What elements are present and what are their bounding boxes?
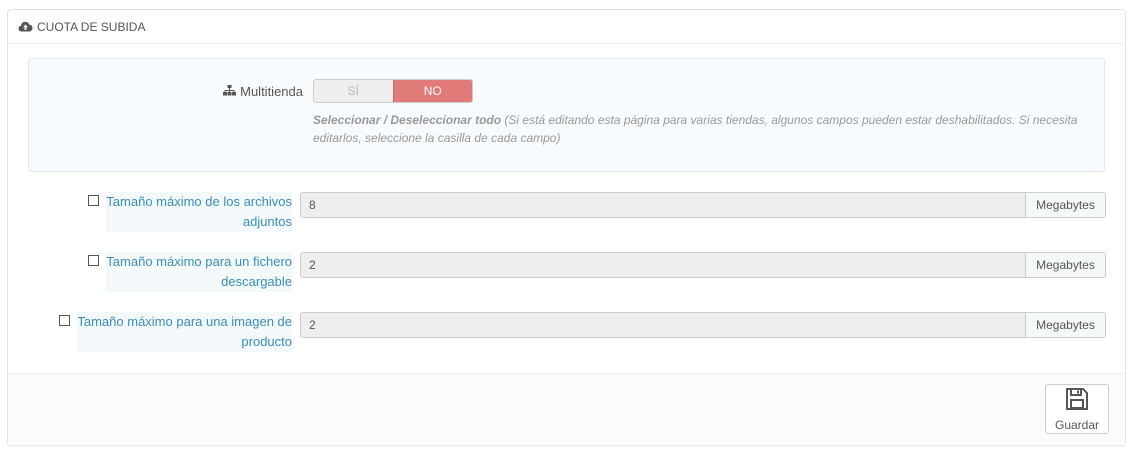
field-label-group: Tamaño máximo para una imagen de product… bbox=[52, 312, 292, 352]
field-label-line1: Tamaño máximo para una imagen de bbox=[77, 314, 292, 329]
save-label: Guardar bbox=[1054, 417, 1100, 432]
save-icon bbox=[1065, 387, 1089, 416]
unit-addon: Megabytes bbox=[1026, 312, 1106, 338]
cloud-upload-icon bbox=[18, 21, 33, 32]
field-label-line1: Tamaño máximo para un fichero bbox=[106, 254, 292, 269]
field-checkbox[interactable] bbox=[88, 195, 100, 206]
multishop-label: Multitienda bbox=[240, 84, 303, 99]
panel-footer: Guardar bbox=[8, 373, 1125, 445]
field-label-line2: adjuntos bbox=[242, 214, 292, 229]
field-checkbox[interactable] bbox=[59, 315, 71, 326]
unit-addon: Megabytes bbox=[1026, 252, 1106, 278]
panel-title: CUOTA DE SUBIDA bbox=[37, 19, 146, 34]
field-row-product-image: Tamaño máximo para una imagen de product… bbox=[8, 312, 1127, 372]
field-checkbox[interactable] bbox=[88, 255, 100, 266]
field-label: Tamaño máximo para una imagen de product… bbox=[77, 312, 292, 352]
panel-heading: CUOTA DE SUBIDA bbox=[8, 10, 1125, 44]
multishop-help-text: Seleccionar / Deseleccionar todo (Si est… bbox=[313, 111, 1083, 147]
switch-yes-option[interactable]: SÍ bbox=[314, 80, 393, 102]
product-image-size-input[interactable]: 2 bbox=[300, 312, 1026, 338]
field-row-attachments: Tamaño máximo de los archivos adjuntos 8… bbox=[8, 192, 1127, 252]
field-label-line2: producto bbox=[241, 334, 292, 349]
upload-quota-panel: CUOTA DE SUBIDA Multitienda SÍ NO Selecc… bbox=[7, 9, 1126, 445]
multishop-label-group: Multitienda bbox=[29, 84, 303, 99]
field-label-line1: Tamaño máximo de los archivos bbox=[106, 194, 292, 209]
downloadable-size-input[interactable]: 2 bbox=[300, 252, 1026, 278]
sitemap-icon bbox=[223, 84, 237, 99]
field-label-group: Tamaño máximo para un fichero descargabl… bbox=[52, 252, 292, 292]
multishop-box: Multitienda SÍ NO Seleccionar / Deselecc… bbox=[28, 58, 1105, 172]
field-label-group: Tamaño máximo de los archivos adjuntos bbox=[52, 192, 292, 232]
field-row-downloadable: Tamaño máximo para un fichero descargabl… bbox=[8, 252, 1127, 312]
select-all-link[interactable]: Seleccionar / Deseleccionar todo bbox=[313, 113, 501, 127]
field-label: Tamaño máximo para un fichero descargabl… bbox=[106, 252, 292, 292]
field-label: Tamaño máximo de los archivos adjuntos bbox=[106, 192, 292, 232]
multishop-switch[interactable]: SÍ NO bbox=[313, 79, 473, 103]
switch-no-option[interactable]: NO bbox=[392, 80, 472, 102]
attachments-size-input[interactable]: 8 bbox=[300, 192, 1026, 218]
field-label-line2: descargable bbox=[221, 274, 292, 289]
unit-addon: Megabytes bbox=[1026, 192, 1106, 218]
save-button[interactable]: Guardar bbox=[1045, 384, 1109, 434]
